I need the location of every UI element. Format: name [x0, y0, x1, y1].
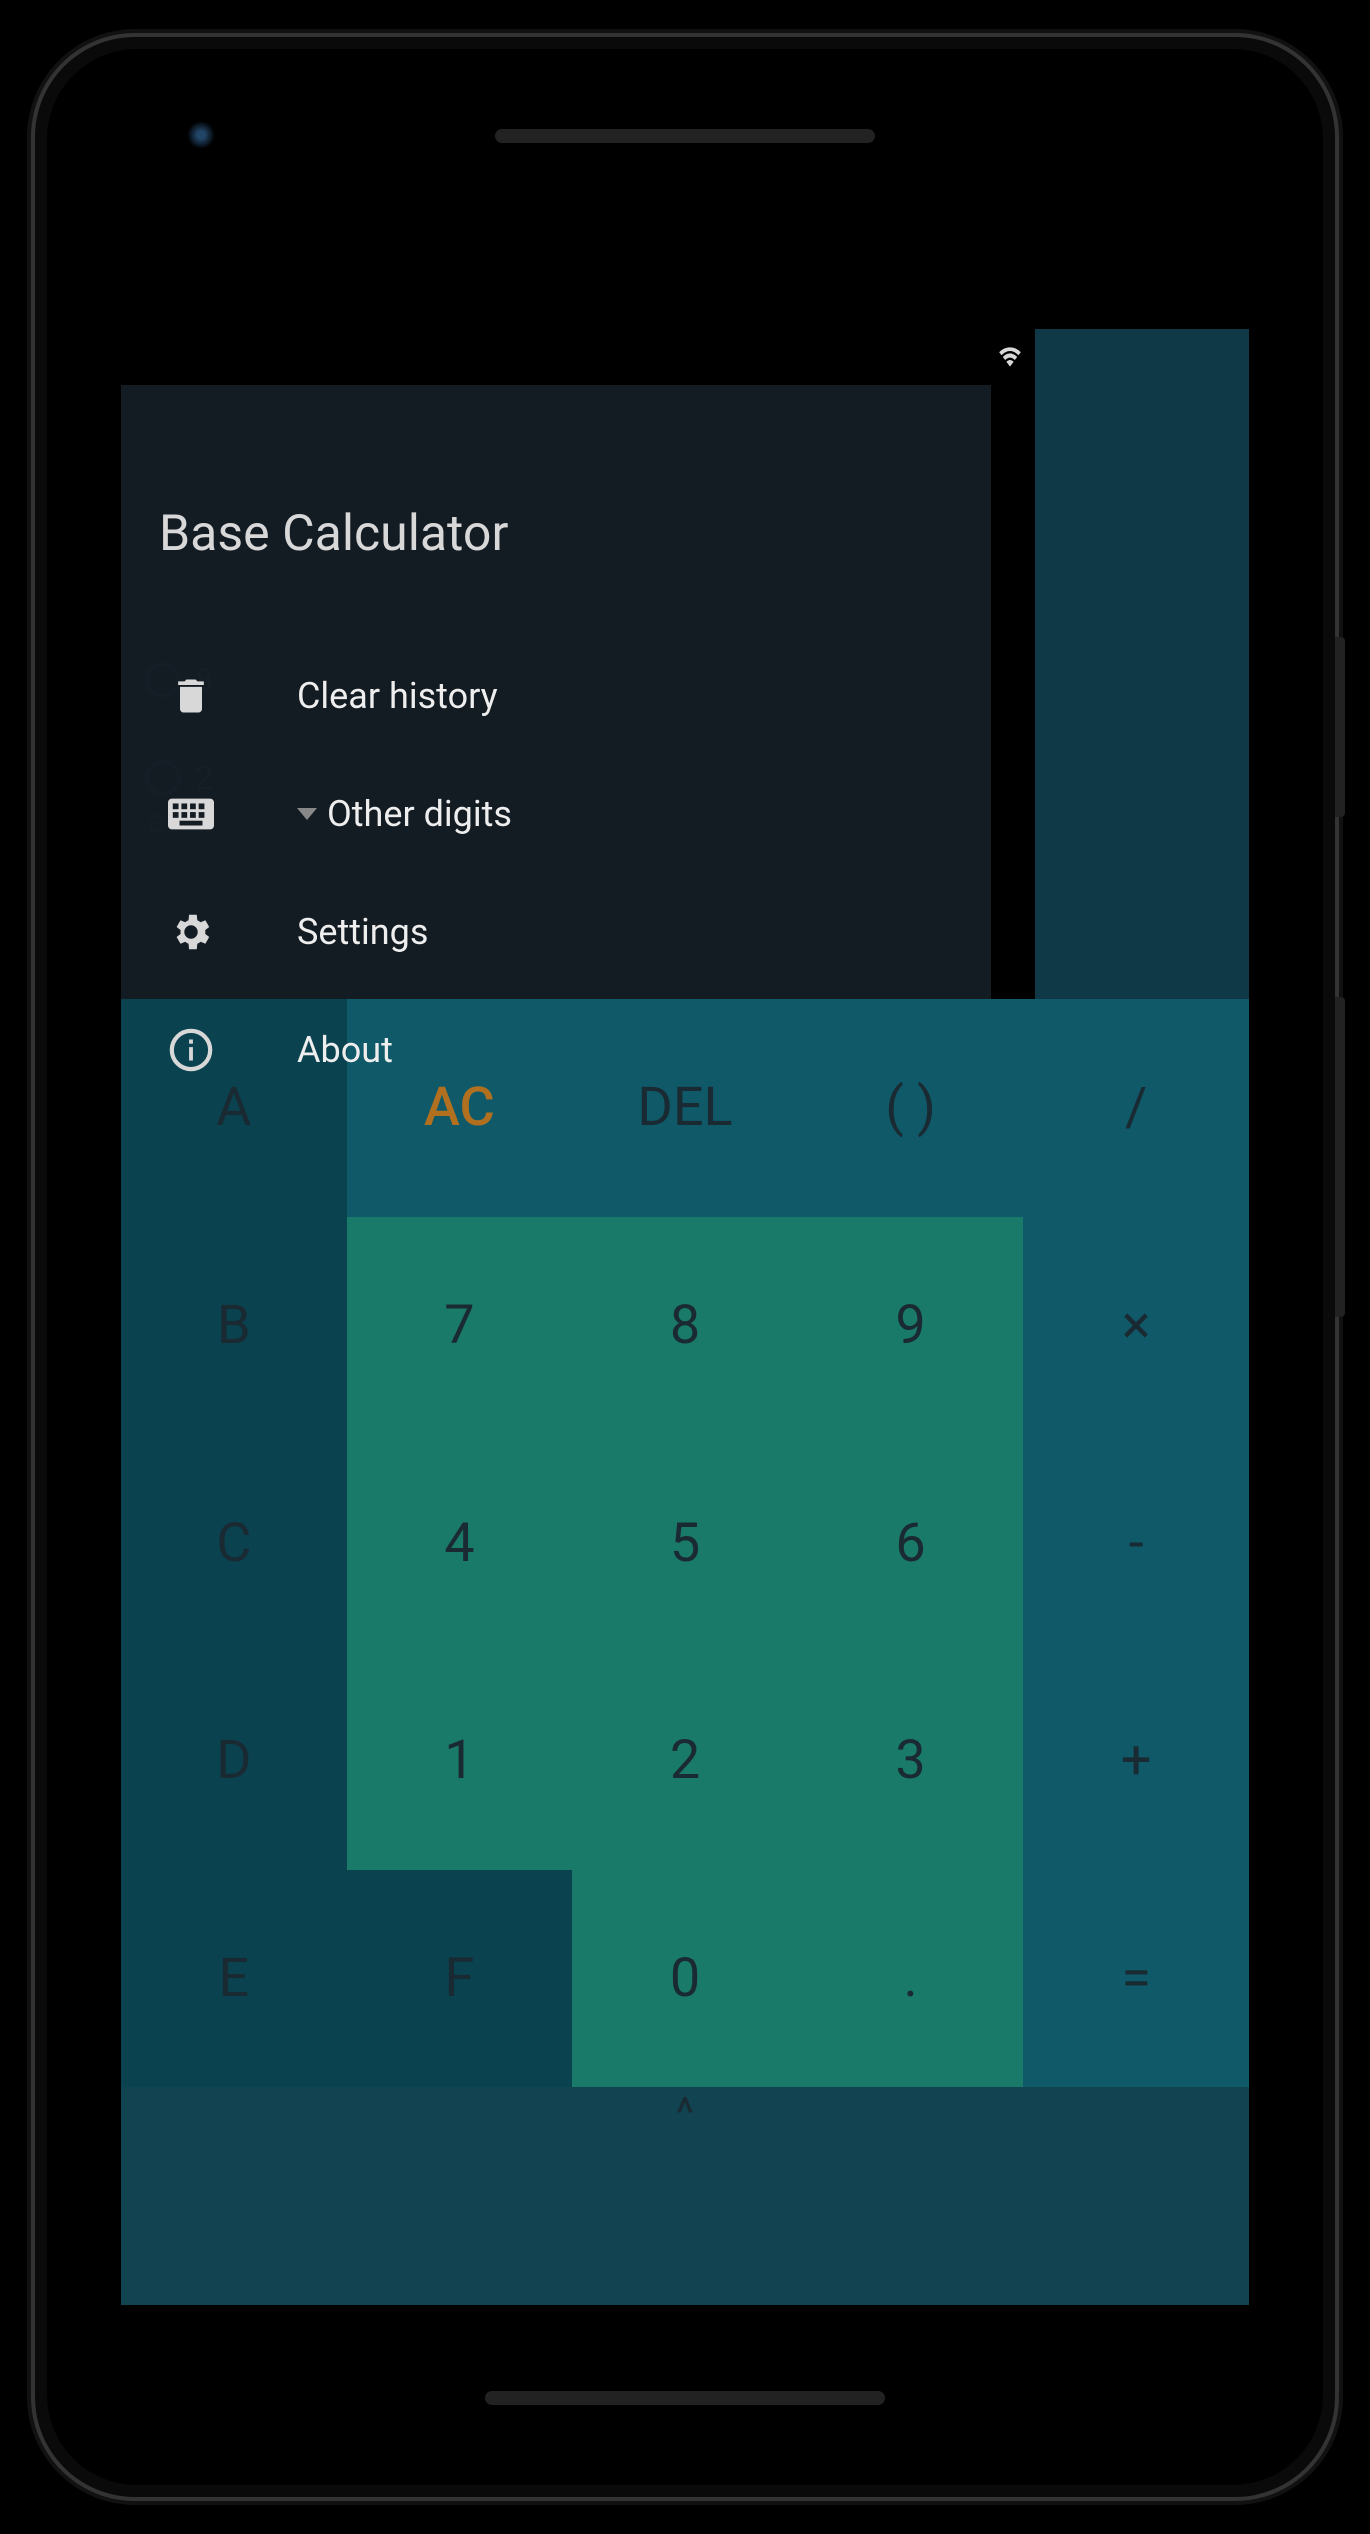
info-icon [165, 1027, 217, 1073]
key-9[interactable]: 9 [798, 1217, 1024, 1435]
key-1[interactable]: 1 [347, 1652, 573, 1870]
menu-items: Clear history Other digits [121, 637, 991, 1109]
key-hex-b[interactable]: B [121, 1217, 347, 1435]
phone-bottom-speaker [485, 2391, 885, 2405]
wifi-icon [995, 345, 1025, 369]
phone-front-camera [187, 121, 215, 149]
key-hex-d[interactable]: D [121, 1652, 347, 1870]
key-2[interactable]: 2 [572, 1652, 798, 1870]
menu-label: Other digits [327, 793, 512, 835]
phone-volume-button [1335, 997, 1345, 1317]
trash-icon [165, 674, 217, 718]
overflow-menu-panel: Base Calculator Clear history [121, 385, 991, 999]
key-divide[interactable]: / [1023, 999, 1249, 1217]
key-6[interactable]: 6 [798, 1434, 1024, 1652]
key-equals[interactable]: = [1023, 1870, 1249, 2088]
key-4[interactable]: 4 [347, 1434, 573, 1652]
chevron-down-icon [297, 808, 317, 820]
menu-label: Settings [297, 911, 428, 953]
menu-about[interactable]: About [121, 991, 991, 1109]
key-0[interactable]: 0 [572, 1870, 798, 2088]
phone-earpiece [495, 129, 875, 143]
key-decimal[interactable]: . [798, 1870, 1024, 2088]
keyboard-icon [165, 797, 217, 831]
menu-clear-history[interactable]: Clear history [121, 637, 991, 755]
keypad: A AC DEL ( ) / B 7 8 9 × C 4 5 [121, 999, 1249, 2305]
gear-icon [165, 909, 217, 955]
phone-bezel: 87% 07:00 8 [47, 49, 1323, 2485]
keypad-expand-row[interactable]: ^ [121, 2087, 1249, 2305]
key-add[interactable]: + [1023, 1652, 1249, 1870]
key-7[interactable]: 7 [347, 1217, 573, 1435]
key-subtract[interactable]: - [1023, 1434, 1249, 1652]
key-multiply[interactable]: × [1023, 1217, 1249, 1435]
phone-screen: 87% 07:00 8 [121, 329, 1249, 2305]
key-hex-e[interactable]: E [121, 1870, 347, 2088]
menu-label: About [297, 1029, 393, 1071]
key-hex-f[interactable]: F [347, 1870, 573, 2088]
menu-other-digits[interactable]: Other digits [121, 755, 991, 873]
phone-side-button [1335, 637, 1345, 817]
menu-settings[interactable]: Settings [121, 873, 991, 991]
app-content: 8 2 a A AC DEL ( ) / [121, 385, 1249, 2305]
key-3[interactable]: 3 [798, 1652, 1024, 1870]
app-title: Base Calculator [121, 385, 991, 563]
menu-label: Clear history [297, 675, 498, 717]
key-8[interactable]: 8 [572, 1217, 798, 1435]
key-5[interactable]: 5 [572, 1434, 798, 1652]
caret-up-icon: ^ [676, 2087, 694, 2139]
phone-device-frame: 87% 07:00 8 [35, 37, 1335, 2497]
key-hex-c[interactable]: C [121, 1434, 347, 1652]
